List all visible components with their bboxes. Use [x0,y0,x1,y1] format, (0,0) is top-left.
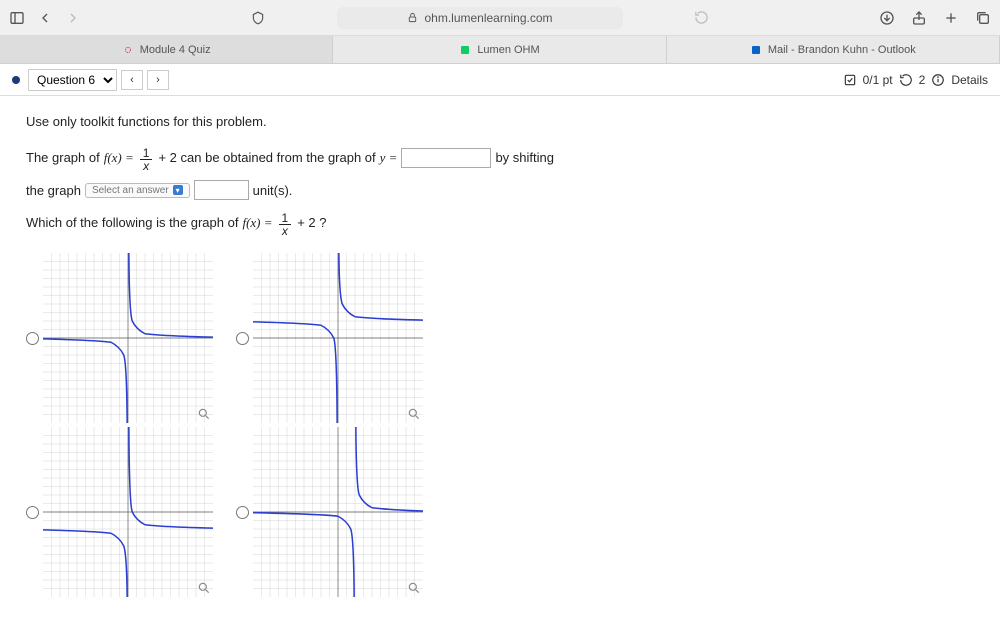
question-content: Use only toolkit functions for this prob… [0,96,1000,625]
browser-toolbar: ohm.lumenlearning.com [0,0,1000,36]
tab-module-quiz[interactable]: Module 4 Quiz [0,36,333,63]
graph-c [43,427,213,597]
tab-favicon [750,44,762,56]
details-link[interactable]: Details [951,73,988,87]
reload-icon[interactable] [693,9,711,27]
question-line-2: the graph Select an answer ▾ unit(s). [26,180,974,200]
tab-label: Module 4 Quiz [140,44,211,56]
points-text: 0/1 pt [863,73,893,87]
question-select[interactable]: Question 6 [28,69,117,91]
graph-options [26,253,974,597]
shield-icon[interactable] [249,9,267,27]
forward-icon[interactable] [64,9,82,27]
question-bar: Question 6 ‹ › 0/1 pt 2 Details [0,64,1000,96]
zoom-icon[interactable] [407,581,421,595]
tabs-icon[interactable] [974,9,992,27]
chevron-down-icon: ▾ [173,185,183,195]
tab-label: Mail - Brandon Kuhn - Outlook [768,44,916,56]
question-line-1: The graph of f(x) = 1 x + 2 can be obtai… [26,145,974,170]
tab-favicon [122,44,134,56]
tab-favicon [459,44,471,56]
question-dot-icon [12,76,20,84]
download-icon[interactable] [878,9,896,27]
zoom-icon[interactable] [407,407,421,421]
url-bar[interactable]: ohm.lumenlearning.com [337,7,622,29]
fraction: 1 x [279,212,292,237]
graph-radio-c[interactable] [26,506,39,519]
parent-function-input[interactable] [401,148,491,168]
zoom-icon[interactable] [197,581,211,595]
graph-option-d [236,427,436,597]
tab-lumen-ohm[interactable]: Lumen OHM [333,36,666,63]
new-tab-icon[interactable] [942,9,960,27]
fraction: 1 x [140,147,153,172]
graph-option-b [236,253,436,423]
sidebar-icon[interactable] [8,9,26,27]
share-icon[interactable] [910,9,928,27]
score-icon [843,73,857,87]
question-line-3: Which of the following is the graph of f… [26,210,974,235]
tab-label: Lumen OHM [477,44,539,56]
graph-option-c [26,427,226,597]
graph-radio-d[interactable] [236,506,249,519]
units-input[interactable] [194,180,249,200]
next-question-button[interactable]: › [147,70,169,90]
prev-question-button[interactable]: ‹ [121,70,143,90]
graph-radio-a[interactable] [26,332,39,345]
direction-select[interactable]: Select an answer ▾ [85,183,190,198]
tab-outlook[interactable]: Mail - Brandon Kuhn - Outlook [667,36,1000,63]
url-text: ohm.lumenlearning.com [424,11,552,25]
graph-a [43,253,213,423]
lock-icon [407,12,418,23]
instruction-text: Use only toolkit functions for this prob… [26,114,974,129]
back-icon[interactable] [36,9,54,27]
graph-radio-b[interactable] [236,332,249,345]
graph-option-a [26,253,226,423]
zoom-icon[interactable] [197,407,211,421]
graph-b [253,253,423,423]
tab-strip: Module 4 Quiz Lumen OHM Mail - Brandon K… [0,36,1000,64]
retry-icon [899,73,913,87]
retries-text: 2 [919,73,926,87]
graph-d [253,427,423,597]
info-icon[interactable] [931,73,945,87]
